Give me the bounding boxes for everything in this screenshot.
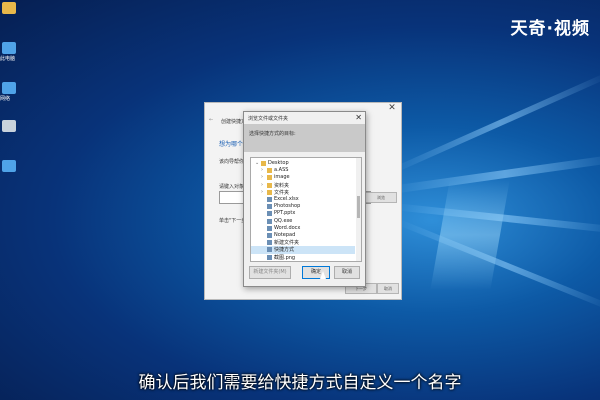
tree-item-label: Excel.xlsx: [274, 196, 299, 202]
browse-folder-dialog: 浏览文件或文件夹 ✕ 选择快捷方式的目标: ⌄ Desktop › a.ASS › ima…: [243, 111, 366, 287]
cancel-button[interactable]: 取消: [377, 283, 399, 294]
desktop-icon-label: 网络: [0, 96, 11, 102]
file-icon: [267, 240, 272, 246]
tree-item-label: a.ASS: [274, 167, 289, 174]
file-icon: [267, 211, 272, 217]
desktop-icon-control-panel[interactable]: [0, 160, 20, 176]
tree-item-label: 截图.png: [274, 254, 296, 261]
tree-item-label: Notepad: [274, 232, 296, 238]
file-icon: [267, 218, 272, 224]
tree-item-label: Photoshop: [274, 203, 301, 210]
desktop-icon-recycle-bin[interactable]: [0, 120, 20, 136]
control-panel-icon: [2, 160, 16, 172]
video-subtitle: 确认后我们需要给快捷方式自定义一个名字: [138, 373, 462, 393]
dialog-cancel-button[interactable]: 取消: [334, 266, 360, 279]
tree-item-label: QQ.exe: [274, 217, 293, 224]
video-watermark: 天奇·视频: [510, 19, 590, 39]
tree-item-label: 文件夹: [274, 189, 290, 196]
dialog-header: 选择快捷方式的目标:: [244, 124, 365, 152]
dialog-title: 浏览文件或文件夹: [248, 116, 289, 122]
scrollbar[interactable]: [356, 158, 361, 261]
browse-button[interactable]: 浏览: [365, 192, 397, 203]
tree-item-label: Desktop: [268, 160, 289, 166]
scrollbar-thumb[interactable]: [357, 196, 360, 218]
file-icon: [267, 225, 272, 231]
folder-icon: [261, 161, 266, 166]
file-icon: [267, 204, 272, 210]
folder-icon: [267, 182, 272, 188]
light-beam: [430, 180, 510, 290]
folder-tree[interactable]: ⌄ Desktop › a.ASS › image › 资料夹 › 文件夹 Excel.xlsx Ph…: [250, 157, 362, 262]
close-icon[interactable]: ✕: [385, 103, 399, 115]
back-arrow-icon[interactable]: ←: [209, 117, 213, 123]
tree-item[interactable]: 截图.png: [251, 254, 355, 261]
close-icon[interactable]: ✕: [355, 113, 362, 122]
chevron-right-icon[interactable]: ›: [261, 182, 266, 188]
desktop-icon-network[interactable]: 网络: [0, 82, 20, 102]
tree-item-label: 快捷方式: [274, 247, 295, 254]
folder-icon: [267, 168, 272, 174]
this-pc-icon: [2, 42, 16, 54]
folder-icon: [2, 2, 16, 14]
folder-icon: [267, 189, 272, 195]
tree-item-label: PPT.pptx: [274, 210, 296, 217]
desktop-icon-this-pc[interactable]: 此电脑: [0, 42, 20, 62]
file-icon: [267, 197, 272, 202]
recycle-bin-icon: [2, 120, 16, 132]
new-folder-button[interactable]: 新建文件夹(M): [249, 266, 291, 279]
tree-item-label: Word.docx: [274, 224, 301, 231]
tree-item-label: image: [274, 174, 290, 181]
file-icon: [267, 254, 272, 260]
folder-icon: [267, 175, 272, 181]
tree-item-label: 资料夹: [274, 182, 290, 189]
file-icon: [267, 233, 272, 238]
light-beam: [389, 71, 600, 175]
chevron-right-icon[interactable]: ›: [261, 167, 266, 173]
desktop-icon-label: 此电脑: [0, 56, 16, 62]
chevron-right-icon[interactable]: ›: [261, 189, 266, 195]
desktop-background: 此电脑 网络 天奇·视频 ← 创建快捷方式 ✕ 想为哪个对 该向导帮你创建 请键…: [0, 0, 600, 400]
chevron-down-icon[interactable]: ⌄: [255, 160, 260, 166]
mouse-cursor: [320, 271, 326, 279]
file-icon: [267, 247, 272, 253]
chevron-right-icon[interactable]: ›: [261, 174, 266, 180]
tree-item-label: 新建文件夹: [274, 240, 300, 247]
desktop-icon-folder[interactable]: [0, 2, 20, 18]
network-icon: [2, 82, 16, 94]
dialog-instruction: 选择快捷方式的目标:: [249, 131, 296, 137]
